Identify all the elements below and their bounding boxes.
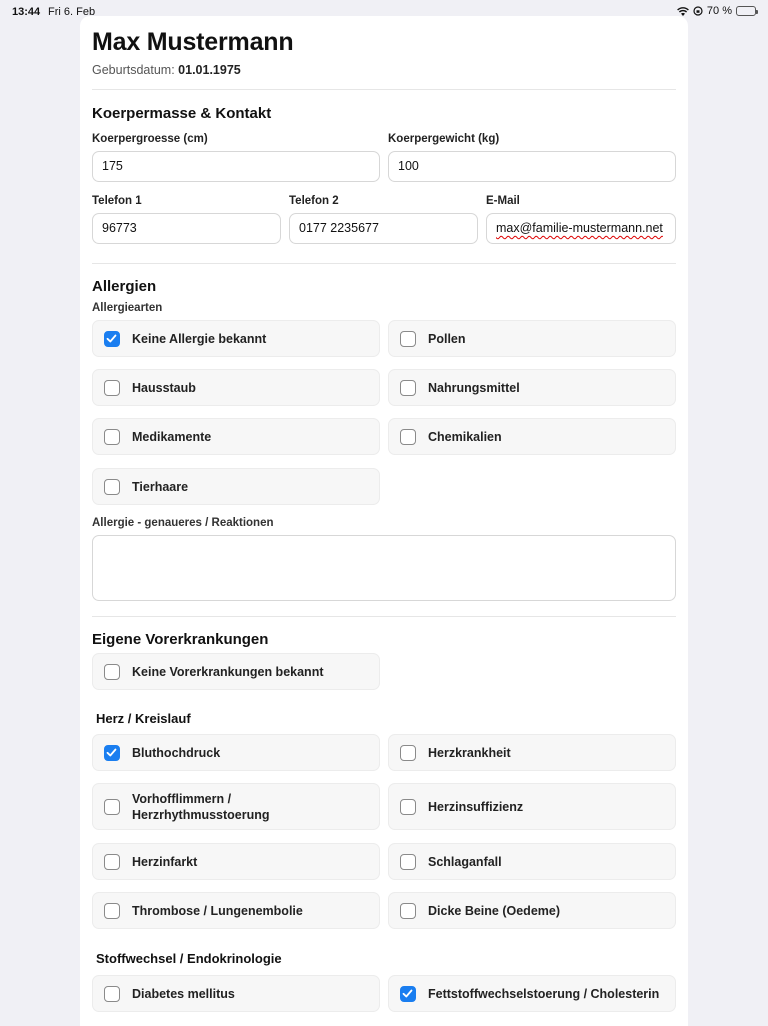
email-value: max@familie-mustermann.net (496, 221, 663, 235)
dob-value: 01.01.1975 (178, 63, 241, 77)
battery-percent: 70 % (706, 5, 732, 17)
height-input[interactable]: 175 (92, 151, 380, 182)
checkbox-label: Pollen (428, 331, 466, 346)
checkbox-box[interactable] (104, 902, 120, 919)
checkbox-medication[interactable]: Medikamente (92, 418, 380, 455)
height-label: Koerpergroesse (cm) (92, 133, 208, 145)
checkbox-no-allergy[interactable]: Keine Allergie bekannt (92, 320, 380, 357)
checkbox-label: Diabetes mellitus (132, 986, 235, 1001)
checkbox-label: Bluthochdruck (132, 745, 221, 760)
checkbox-chemicals[interactable]: Chemikalien (388, 418, 676, 455)
section-title-conditions: Eigene Vorerkrankungen (92, 631, 269, 648)
checkbox-box[interactable] (400, 798, 416, 815)
checkbox-box[interactable] (400, 330, 416, 347)
checkbox-label: Hausstaub (132, 380, 196, 395)
checkmark-icon (402, 989, 413, 997)
checkbox-box[interactable] (400, 379, 416, 396)
checkbox-thrombosis[interactable]: Thrombose / Lungenembolie (92, 892, 380, 929)
section-title-body: Koerpermasse & Kontakt (92, 105, 272, 122)
checkbox-diabetes[interactable]: Diabetes mellitus (92, 975, 380, 1012)
checkbox-label: Herzkrankheit (428, 745, 511, 760)
allergy-types-label: Allergiearten (92, 302, 163, 314)
checkbox-label: Keine Vorerkrankungen bekannt (132, 664, 324, 679)
checkbox-label: Dicke Beine (Oedeme) (428, 903, 560, 918)
checkbox-label: Nahrungsmittel (428, 380, 520, 395)
checkbox-box[interactable] (104, 428, 120, 445)
checkbox-box[interactable] (104, 478, 120, 495)
checkbox-stroke[interactable]: Schlaganfall (388, 843, 676, 880)
checkbox-heart-attack[interactable]: Herzinfarkt (92, 843, 380, 880)
phone2-input[interactable]: 0177 2235677 (289, 213, 478, 244)
phone2-label: Telefon 2 (289, 195, 339, 207)
checkbox-label: Herzinfarkt (132, 854, 198, 869)
status-time: 13:44 (12, 6, 41, 18)
checkbox-box[interactable] (104, 798, 120, 815)
checkbox-box[interactable] (104, 985, 120, 1002)
patient-name: Max Mustermann (92, 28, 294, 56)
checkbox-box[interactable] (104, 379, 120, 396)
battery-icon (736, 6, 758, 16)
checkbox-box[interactable] (104, 663, 120, 680)
checkbox-label: Schlaganfall (428, 854, 502, 869)
wifi-icon (677, 6, 689, 16)
phone1-label: Telefon 1 (92, 195, 142, 207)
checkbox-box[interactable] (104, 853, 120, 870)
email-label: E-Mail (486, 195, 520, 207)
checkbox-box[interactable] (104, 330, 120, 347)
subsection-title-metabolic: Stoffwechsel / Endokrinologie (96, 951, 282, 966)
checkbox-label: Chemikalien (428, 429, 502, 444)
checkbox-box[interactable] (400, 744, 416, 761)
checkbox-label: Medikamente (132, 429, 212, 444)
subsection-title-cardio: Herz / Kreislauf (96, 711, 191, 726)
divider (92, 616, 676, 617)
checkbox-box[interactable] (400, 428, 416, 445)
email-input[interactable]: max@familie-mustermann.net (486, 213, 676, 244)
phone1-input[interactable]: 96773 (92, 213, 281, 244)
checkbox-food[interactable]: Nahrungsmittel (388, 369, 676, 406)
checkbox-label: Vorhofflimmern / Herzrhythmusstoerung (132, 791, 270, 822)
checkbox-label: Tierhaare (132, 479, 189, 494)
checkbox-atrial-fibrillation[interactable]: Vorhofflimmern / Herzrhythmusstoerung (92, 783, 380, 830)
checkbox-heart-failure[interactable]: Herzinsuffizienz (388, 783, 676, 830)
patient-form-card: Max Mustermann Geburtsdatum: 01.01.1975 … (80, 16, 688, 1026)
checkbox-label: Keine Allergie bekannt (132, 331, 267, 346)
checkmark-icon (106, 334, 117, 342)
date-of-birth: Geburtsdatum: 01.01.1975 (92, 63, 241, 77)
weight-input[interactable]: 100 (388, 151, 676, 182)
checkbox-label: Fettstoffwechselstoerung / Cholesterin (428, 986, 660, 1001)
status-right: 70 % (677, 5, 758, 17)
checkbox-label: Thrombose / Lungenembolie (132, 903, 303, 918)
dob-label: Geburtsdatum: (92, 63, 175, 77)
checkbox-heart-disease[interactable]: Herzkrankheit (388, 734, 676, 771)
checkbox-hypertension[interactable]: Bluthochdruck (92, 734, 380, 771)
checkbox-edema[interactable]: Dicke Beine (Oedeme) (388, 892, 676, 929)
checkbox-animal-hair[interactable]: Tierhaare (92, 468, 380, 505)
checkbox-box[interactable] (400, 902, 416, 919)
checkbox-box[interactable] (400, 853, 416, 870)
checkmark-icon (106, 748, 117, 756)
weight-label: Koerpergewicht (kg) (388, 133, 500, 145)
orientation-lock-icon (693, 6, 703, 16)
divider (92, 89, 676, 90)
section-title-allergies: Allergien (92, 278, 157, 295)
checkbox-house-dust[interactable]: Hausstaub (92, 369, 380, 406)
checkbox-pollen[interactable]: Pollen (388, 320, 676, 357)
checkbox-box[interactable] (400, 985, 416, 1002)
divider (92, 263, 676, 264)
checkbox-no-conditions[interactable]: Keine Vorerkrankungen bekannt (92, 653, 380, 690)
allergy-details-label: Allergie - genaueres / Reaktionen (92, 517, 274, 529)
checkbox-box[interactable] (104, 744, 120, 761)
checkbox-label: Herzinsuffizienz (428, 799, 524, 814)
checkbox-cholesterol[interactable]: Fettstoffwechselstoerung / Cholesterin (388, 975, 676, 1012)
allergy-details-textarea[interactable] (92, 535, 676, 601)
